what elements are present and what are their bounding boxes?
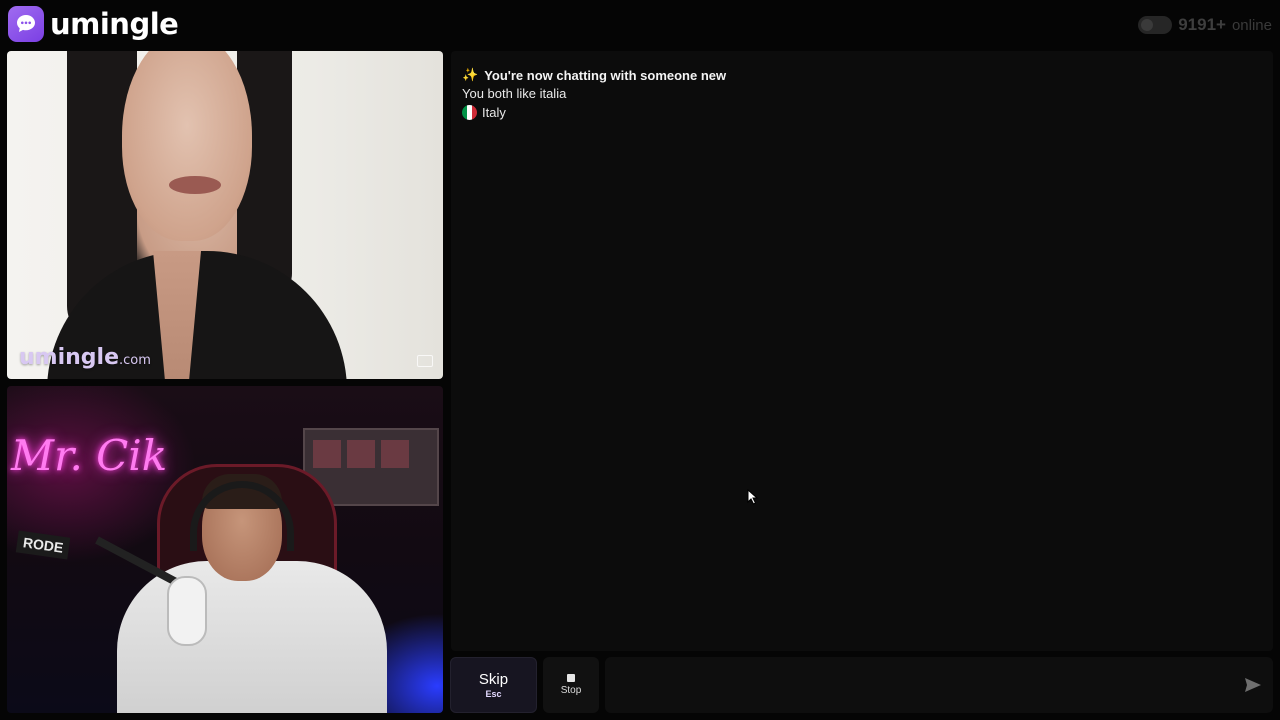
stranger-video: umingle.com xyxy=(7,51,443,379)
chat-controls: Skip Esc Stop xyxy=(450,657,1273,713)
mouse-cursor-icon xyxy=(747,489,759,505)
online-count: 9191+ xyxy=(1178,15,1226,34)
brand-name: umingle xyxy=(50,7,179,41)
brand-logo[interactable]: umingle xyxy=(8,6,179,42)
stop-icon xyxy=(567,674,575,682)
stranger-country: Italy xyxy=(462,103,726,121)
chat-messages: ✨ You're now chatting with someone new Y… xyxy=(462,66,726,121)
online-label: online xyxy=(1231,16,1272,34)
stop-button[interactable]: Stop xyxy=(543,657,599,713)
country-name: Italy xyxy=(482,104,506,120)
chat-panel: ✨ You're now chatting with someone new Y… xyxy=(451,51,1273,651)
microphone xyxy=(167,576,207,646)
top-bar: umingle 9191+ online xyxy=(0,0,1280,50)
sparkle-icon: ✨ xyxy=(462,67,479,82)
skip-label: Skip xyxy=(478,670,509,688)
system-message-text: You're now chatting with someone new xyxy=(484,67,727,83)
skip-button[interactable]: Skip Esc xyxy=(450,657,537,713)
report-icon[interactable] xyxy=(417,355,433,367)
watermark-brand: umingle xyxy=(19,345,119,370)
skip-shortcut: Esc xyxy=(485,688,502,699)
online-status: 9191+ online xyxy=(1138,15,1272,35)
mic-brand: RODE xyxy=(15,530,71,560)
online-toggle[interactable] xyxy=(1138,16,1173,34)
neon-sign: Mr. Cik xyxy=(11,431,168,480)
system-message: ✨ You're now chatting with someone new xyxy=(462,66,726,84)
self-video: Mr. Cik RODE xyxy=(7,386,443,713)
send-icon xyxy=(1245,678,1261,692)
watermark-domain: .com xyxy=(119,353,151,368)
italy-flag-icon xyxy=(462,104,477,120)
chat-bubble-icon xyxy=(8,6,44,42)
stop-label: Stop xyxy=(560,685,582,696)
video-watermark: umingle.com xyxy=(19,345,151,370)
send-button[interactable] xyxy=(1243,675,1263,695)
message-input[interactable] xyxy=(617,671,1217,699)
message-composer xyxy=(605,657,1273,713)
shared-interest: You both like italia xyxy=(462,86,567,101)
